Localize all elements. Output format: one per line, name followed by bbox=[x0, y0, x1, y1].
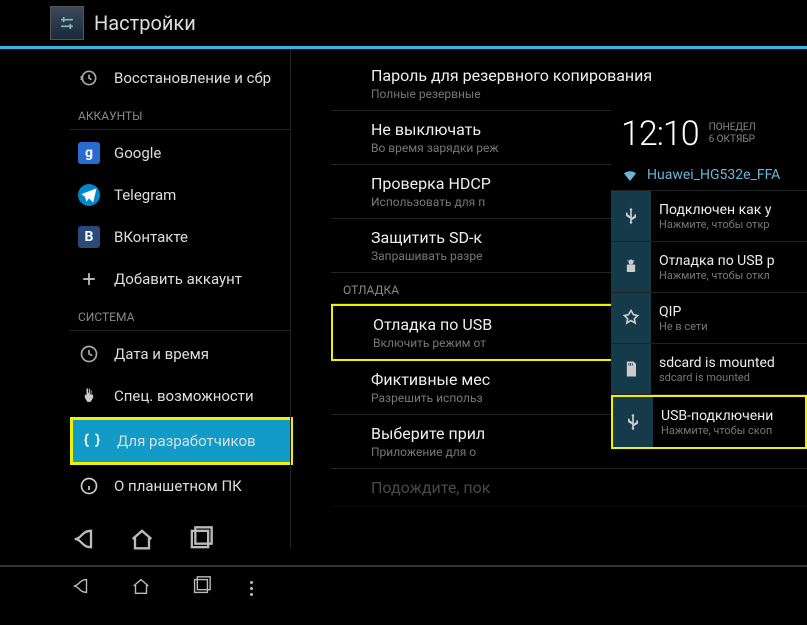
plus-icon bbox=[78, 268, 100, 290]
page-title: Настройки bbox=[94, 11, 196, 35]
row-sub: Полные резервные bbox=[371, 87, 795, 101]
sidebar-item-label: Восстановление и сбр bbox=[114, 69, 271, 87]
sidebar-item-add-account[interactable]: Добавить аккаунт bbox=[70, 258, 290, 300]
braces-icon bbox=[81, 430, 103, 452]
vk-icon: B bbox=[78, 226, 100, 248]
back-button[interactable] bbox=[70, 575, 92, 601]
wifi-icon bbox=[621, 166, 639, 184]
sidebar-item-label: Добавить аккаунт bbox=[114, 270, 242, 288]
home-button[interactable] bbox=[128, 525, 156, 557]
notif-title: QIP bbox=[659, 304, 799, 320]
sidebar-item-about[interactable]: О планшетном ПК bbox=[70, 465, 290, 507]
hand-icon bbox=[78, 385, 100, 407]
sidebar-item-label: Google bbox=[114, 144, 161, 162]
android-icon bbox=[611, 242, 651, 292]
sdcard-icon bbox=[611, 344, 651, 394]
nav-bar-lower bbox=[0, 565, 807, 609]
notif-title: sdcard is mounted bbox=[659, 355, 799, 371]
sidebar-item-vk[interactable]: B ВКонтакте bbox=[70, 216, 290, 258]
google-icon: g bbox=[78, 142, 100, 164]
clock-day: ПОНЕДЕЛ bbox=[709, 122, 756, 134]
usb-icon bbox=[611, 191, 651, 241]
recent-apps-button[interactable] bbox=[186, 525, 214, 557]
notif-sub: Нажмите, чтобы откл bbox=[659, 269, 799, 282]
nav-bar-upper bbox=[0, 519, 807, 563]
notif-usb-debug[interactable]: Отладка по USB р Нажмите, чтобы откл bbox=[611, 242, 807, 293]
sidebar: Восстановление и сбр АККАУНТЫ g Google T… bbox=[0, 49, 290, 549]
sidebar-item-label: Для разработчиков bbox=[117, 432, 256, 450]
recent-apps-button[interactable] bbox=[190, 575, 212, 601]
section-accounts: АККАУНТЫ bbox=[70, 99, 290, 130]
row-title: Пароль для резервного копирования bbox=[371, 66, 795, 85]
menu-button[interactable] bbox=[250, 581, 253, 596]
section-system: СИСТЕМА bbox=[70, 300, 290, 331]
notification-shade: 12:10 ПОНЕДЕЛ 6 ОКТЯБР Huawei_HG532e_FFA… bbox=[611, 108, 807, 449]
notif-sdcard[interactable]: sdcard is mounted sdcard is mounted bbox=[611, 344, 807, 395]
restore-icon bbox=[78, 67, 100, 89]
info-icon bbox=[78, 475, 100, 497]
telegram-icon bbox=[78, 184, 100, 206]
back-button[interactable] bbox=[70, 525, 98, 557]
sidebar-item-label: Telegram bbox=[114, 186, 176, 204]
notif-title: Подключен как у bbox=[659, 202, 799, 218]
sidebar-item-label: ВКонтакте bbox=[114, 228, 188, 246]
sidebar-item-label: Спец. возможности bbox=[114, 387, 254, 405]
notif-qip[interactable]: QIP Не в сети bbox=[611, 293, 807, 344]
clock-date: 6 ОКТЯБР bbox=[709, 134, 756, 146]
settings-app-icon bbox=[50, 6, 84, 40]
usb-icon bbox=[613, 397, 653, 447]
sidebar-item-telegram[interactable]: Telegram bbox=[70, 174, 290, 216]
clock-row: 12:10 ПОНЕДЕЛ 6 ОКТЯБР bbox=[611, 108, 807, 160]
sidebar-item-datetime[interactable]: Дата и время bbox=[70, 333, 290, 375]
wifi-ssid: Huawei_HG532e_FFA bbox=[647, 167, 780, 183]
row-wait[interactable]: Подождите, пок bbox=[331, 469, 807, 507]
notif-title: USB-подключени bbox=[661, 408, 797, 424]
home-button[interactable] bbox=[130, 575, 152, 601]
sidebar-item-label: Дата и время bbox=[114, 345, 209, 363]
notif-title: Отладка по USB р bbox=[659, 253, 799, 269]
wifi-quick-toggle[interactable]: Huawei_HG532e_FFA bbox=[611, 160, 807, 191]
notif-connected-as[interactable]: Подключен как у Нажмите, чтобы откр bbox=[611, 191, 807, 242]
row-title: Подождите, пок bbox=[371, 478, 795, 497]
sidebar-item-google[interactable]: g Google bbox=[70, 132, 290, 174]
sidebar-item-label: О планшетном ПК bbox=[114, 477, 242, 495]
notif-usb-connection[interactable]: USB-подключени Нажмите, чтобы скоп bbox=[611, 395, 807, 449]
clock-time: 12:10 bbox=[621, 114, 699, 154]
notif-sub: Нажмите, чтобы откр bbox=[659, 218, 799, 231]
notif-sub: Нажмите, чтобы скоп bbox=[661, 424, 797, 437]
row-backup-password[interactable]: Пароль для резервного копирования Полные… bbox=[331, 57, 807, 111]
sidebar-item-accessibility[interactable]: Спец. возможности bbox=[70, 375, 290, 417]
sidebar-item-devopts[interactable]: Для разработчиков bbox=[70, 417, 293, 465]
notif-sub: sdcard is mounted bbox=[659, 371, 799, 384]
clock-icon bbox=[78, 343, 100, 365]
sidebar-item-restore[interactable]: Восстановление и сбр bbox=[70, 57, 290, 99]
qip-icon bbox=[611, 293, 651, 343]
notif-sub: Не в сети bbox=[659, 320, 799, 333]
